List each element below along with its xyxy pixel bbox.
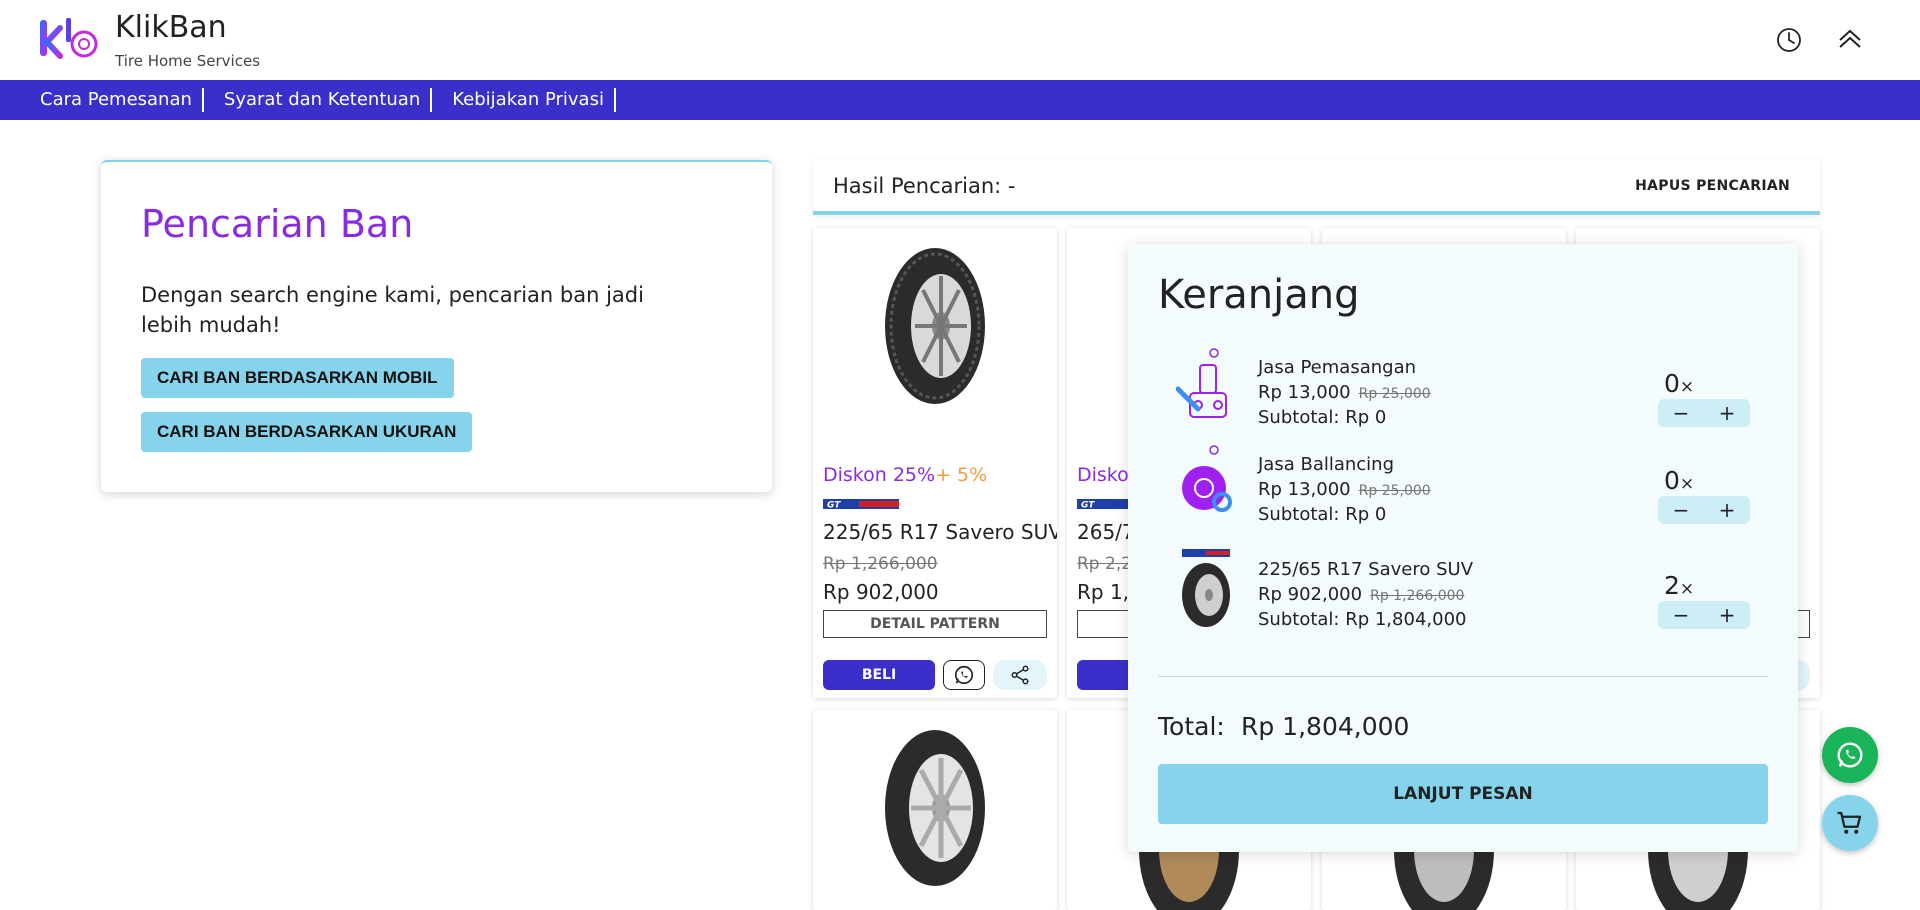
search-by-size-button[interactable]: CARI BAN BERDASARKAN UKURAN	[141, 412, 473, 452]
increase-button[interactable]: +	[1707, 601, 1747, 629]
tire-image	[885, 730, 985, 886]
brand-subtitle: Tire Home Services	[115, 52, 261, 70]
product-card[interactable]	[813, 710, 1057, 910]
main-navbar: Cara Pemesanan Syarat dan Ketentuan Kebi…	[0, 80, 1920, 120]
product-card[interactable]: Diskon 25%+ 5% GT 225/65 R17 Savero SUV …	[813, 228, 1057, 698]
cart-item-quantity: 2×	[1664, 571, 1695, 600]
tire-image	[885, 248, 985, 404]
cart-item-quantity: 0×	[1664, 466, 1695, 495]
gt-radial-logo: GT	[823, 499, 899, 511]
installation-service-icon	[1176, 348, 1227, 418]
cart-item-subtotal: Subtotal: Rp 0	[1258, 407, 1387, 428]
tire-thumbnail	[1182, 549, 1230, 627]
cart-float-button[interactable]	[1822, 795, 1878, 851]
product-name[interactable]: 225/65 R17 Savero SUV	[823, 520, 1057, 544]
cart-item-price: Rp 13,000 Rp 25,000	[1258, 479, 1431, 500]
quantity-stepper: − +	[1658, 601, 1750, 629]
decrease-button[interactable]: −	[1661, 496, 1701, 524]
detail-pattern-button[interactable]: DETAIL PATTERN	[823, 610, 1047, 638]
discount-label: Disko	[1077, 464, 1129, 486]
cart-panel: Keranjang Jasa Pemasangan Rp 13,000 Rp 25…	[1128, 244, 1798, 852]
nav-cara-pemesanan[interactable]: Cara Pemesanan	[40, 88, 204, 112]
cart-title: Keranjang	[1158, 272, 1360, 318]
chevron-up-icon[interactable]	[1834, 24, 1866, 56]
total-label: Total:	[1158, 712, 1225, 741]
increase-button[interactable]: +	[1707, 496, 1747, 524]
product-name[interactable]: 265/7	[1077, 520, 1135, 544]
top-header: KlikBan Tire Home Services	[0, 0, 1920, 80]
cart-item: Jasa Pemasangan Rp 13,000 Rp 25,000 Subto…	[1158, 347, 1758, 437]
buy-button[interactable]: BELI	[823, 660, 935, 690]
cart-item: 225/65 R17 Savero SUV Rp 902,000 Rp 1,266…	[1158, 549, 1758, 639]
increase-button[interactable]: +	[1707, 399, 1747, 427]
checkout-button[interactable]: LANJUT PESAN	[1158, 764, 1768, 824]
tire-search-card: Pencarian Ban Dengan search engine kami,…	[101, 160, 772, 492]
shopping-cart-icon	[1837, 811, 1862, 834]
nav-syarat-ketentuan[interactable]: Syarat dan Ketentuan	[224, 88, 433, 112]
discount-label: Diskon 25%+ 5%	[823, 464, 988, 486]
brand-title: KlikBan	[115, 10, 227, 45]
product-old-price: Rp 1,266,000	[823, 554, 938, 574]
search-by-car-button[interactable]: CARI BAN BERDASARKAN MOBIL	[141, 358, 454, 398]
results-label: Hasil Pencarian: -	[833, 174, 1016, 198]
cart-item-name: Jasa Pemasangan	[1258, 357, 1417, 378]
cart-divider	[1158, 676, 1768, 677]
cart-item-subtotal: Subtotal: Rp 1,804,000	[1258, 609, 1467, 630]
search-description: Dengan search engine kami, pencarian ban…	[141, 283, 644, 337]
klikban-logo[interactable]	[38, 16, 102, 64]
whatsapp-icon	[1837, 742, 1863, 768]
balancing-service-icon	[1182, 445, 1232, 512]
cart-item-quantity: 0×	[1664, 369, 1695, 398]
svg-text:GT: GT	[827, 501, 841, 511]
total-value: Rp 1,804,000	[1241, 712, 1410, 741]
nav-kebijakan-privasi[interactable]: Kebijakan Privasi	[452, 88, 616, 112]
cart-item-subtotal: Subtotal: Rp 0	[1258, 504, 1387, 525]
cart-item-price: Rp 902,000 Rp 1,266,000	[1258, 584, 1465, 605]
product-price: Rp 902,000	[823, 580, 939, 604]
quantity-stepper: − +	[1658, 399, 1750, 427]
clear-search-button[interactable]: HAPUS PENCARIAN	[1635, 178, 1790, 194]
quantity-stepper: − +	[1658, 496, 1750, 524]
svg-text:GT: GT	[1081, 501, 1095, 511]
whatsapp-icon	[954, 665, 974, 685]
share-icon	[1011, 665, 1029, 685]
decrease-button[interactable]: −	[1661, 399, 1701, 427]
results-header: Hasil Pencarian: - HAPUS PENCARIAN	[813, 160, 1820, 215]
cart-item-price: Rp 13,000 Rp 25,000	[1258, 382, 1431, 403]
whatsapp-share-button[interactable]	[943, 660, 985, 690]
share-button[interactable]	[993, 660, 1047, 690]
clock-icon[interactable]	[1773, 24, 1805, 56]
decrease-button[interactable]: −	[1661, 601, 1701, 629]
cart-item: Jasa Ballancing Rp 13,000 Rp 25,000 Subto…	[1158, 444, 1758, 534]
search-title: Pencarian Ban	[141, 202, 414, 246]
product-old-price: Rp 2,2	[1077, 554, 1133, 574]
cart-item-name: Jasa Ballancing	[1258, 454, 1395, 475]
cart-item-name: 225/65 R17 Savero SUV	[1258, 559, 1474, 580]
whatsapp-float-button[interactable]	[1822, 727, 1878, 783]
